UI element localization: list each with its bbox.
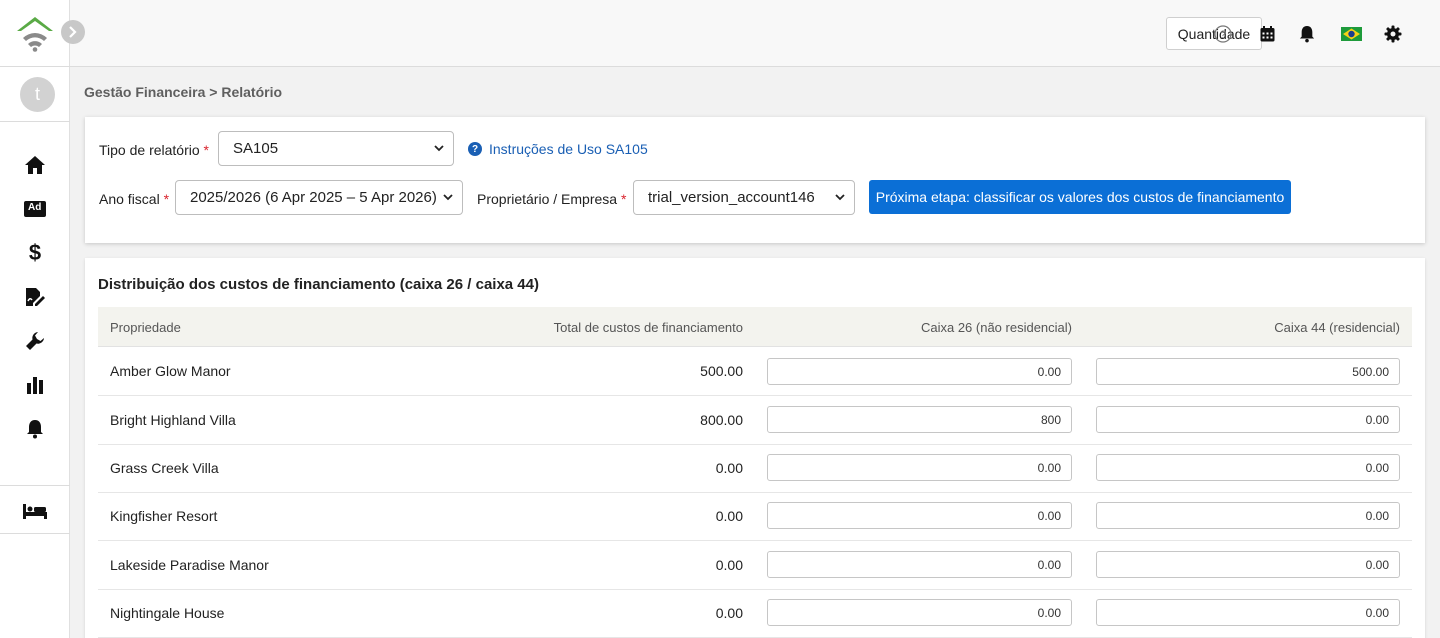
- breadcrumb: Gestão Financeira > Relatório: [84, 84, 283, 100]
- owner-label: Proprietário / Empresa *: [477, 191, 626, 207]
- box44-input[interactable]: [1096, 599, 1400, 626]
- table-header: Propriedade Total de custos de financiam…: [98, 307, 1412, 347]
- next-step-button[interactable]: Próxima etapa: classificar os valores do…: [869, 180, 1291, 214]
- table-row: Bright Highland Villa 800.00: [98, 396, 1412, 445]
- table-row: Lakeside Paradise Manor 0.00: [98, 541, 1412, 590]
- box26-input[interactable]: [767, 358, 1072, 385]
- table-row: Amber Glow Manor 500.00: [98, 347, 1412, 396]
- header-property: Propriedade: [110, 320, 181, 335]
- box44-input[interactable]: [1096, 358, 1400, 385]
- top-bar: Quantidade ?: [70, 0, 1440, 67]
- cell-property: Bright Highland Villa: [110, 412, 236, 428]
- sidebar-divider: [0, 533, 70, 534]
- cell-total: 0.00: [715, 508, 743, 524]
- box44-input[interactable]: [1096, 454, 1400, 481]
- cell-property: Grass Creek Villa: [110, 460, 219, 476]
- chevron-down-icon: [835, 194, 845, 201]
- cell-total: 800.00: [700, 412, 743, 428]
- logo-icon[interactable]: [14, 14, 56, 52]
- calendar-icon[interactable]: [1257, 24, 1277, 44]
- signature-icon[interactable]: [22, 285, 48, 309]
- gear-icon[interactable]: [1383, 24, 1403, 44]
- required-mark: *: [203, 142, 209, 158]
- box26-input[interactable]: [767, 454, 1072, 481]
- section-title: Distribuição dos custos de financiamento…: [98, 276, 539, 293]
- dollar-icon[interactable]: $: [22, 241, 48, 265]
- required-mark: *: [163, 191, 170, 207]
- bell-icon[interactable]: [22, 417, 48, 441]
- cell-total: 0.00: [715, 557, 743, 573]
- cell-property: Lakeside Paradise Manor: [110, 557, 269, 573]
- box26-input[interactable]: [767, 551, 1072, 578]
- report-type-value: SA105: [233, 140, 279, 157]
- box26-input[interactable]: [767, 406, 1072, 433]
- avatar[interactable]: t: [20, 77, 55, 112]
- header-box26: Caixa 26 (não residencial): [920, 320, 1072, 335]
- cell-property: Nightingale House: [110, 605, 225, 621]
- chevron-down-icon: [443, 194, 453, 201]
- avatar-initial: t: [34, 84, 40, 104]
- box26-input[interactable]: [767, 502, 1072, 529]
- bell-icon[interactable]: [1297, 24, 1317, 44]
- sidebar-divider: [0, 485, 70, 486]
- table-row: Grass Creek Villa 0.00: [98, 444, 1412, 493]
- instructions-link[interactable]: ? Instruções de Uso SA105: [468, 141, 648, 157]
- sidebar-divider: [0, 121, 70, 122]
- help-icon[interactable]: ?: [1213, 24, 1233, 44]
- bed-icon[interactable]: [22, 499, 48, 523]
- required-mark: *: [620, 191, 627, 207]
- fiscal-year-select[interactable]: 2025/2026 (6 Apr 2025 – 5 Apr 2026): [175, 180, 463, 215]
- home-icon[interactable]: [22, 153, 48, 177]
- brazil-flag-icon[interactable]: [1340, 24, 1362, 44]
- header-box44: Caixa 44 (residencial): [1274, 320, 1400, 335]
- cell-property: Amber Glow Manor: [110, 363, 231, 379]
- help-circle-icon: ?: [468, 142, 482, 156]
- ad-icon[interactable]: Ad: [22, 197, 48, 221]
- cell-property: Kingfisher Resort: [110, 508, 218, 524]
- sidebar-expand-button[interactable]: [61, 20, 85, 44]
- wrench-icon[interactable]: [22, 329, 48, 353]
- owner-label-text: Proprietário / Empresa: [477, 191, 618, 207]
- report-type-select[interactable]: SA105: [218, 131, 454, 166]
- owner-value: trial_version_account146: [648, 189, 815, 206]
- fiscal-year-label-text: Ano fiscal: [99, 191, 160, 207]
- svg-text:?: ?: [1220, 29, 1226, 41]
- sidebar: t Ad $: [0, 0, 70, 638]
- box44-input[interactable]: [1096, 406, 1400, 433]
- cell-total: 0.00: [715, 605, 743, 621]
- ad-icon-label: Ad: [28, 202, 42, 213]
- box44-input[interactable]: [1096, 502, 1400, 529]
- table-row: Kingfisher Resort 0.00: [98, 492, 1412, 541]
- fiscal-year-label: Ano fiscal *: [99, 191, 169, 207]
- cell-total: 500.00: [700, 363, 743, 379]
- box26-input[interactable]: [767, 599, 1072, 626]
- bar-chart-icon[interactable]: [22, 373, 48, 397]
- report-type-label: Tipo de relatório *: [99, 142, 209, 158]
- box44-input[interactable]: [1096, 551, 1400, 578]
- owner-select[interactable]: trial_version_account146: [633, 180, 855, 215]
- sidebar-divider: [0, 66, 70, 67]
- table-row: Nightingale House 0.00: [98, 589, 1412, 638]
- report-type-label-text: Tipo de relatório: [99, 142, 200, 158]
- instructions-link-text: Instruções de Uso SA105: [489, 141, 648, 157]
- header-total: Total de custos de financiamento: [553, 320, 743, 335]
- chevron-down-icon: [434, 145, 444, 152]
- fiscal-year-value: 2025/2026 (6 Apr 2025 – 5 Apr 2026): [190, 189, 437, 206]
- cell-total: 0.00: [715, 460, 743, 476]
